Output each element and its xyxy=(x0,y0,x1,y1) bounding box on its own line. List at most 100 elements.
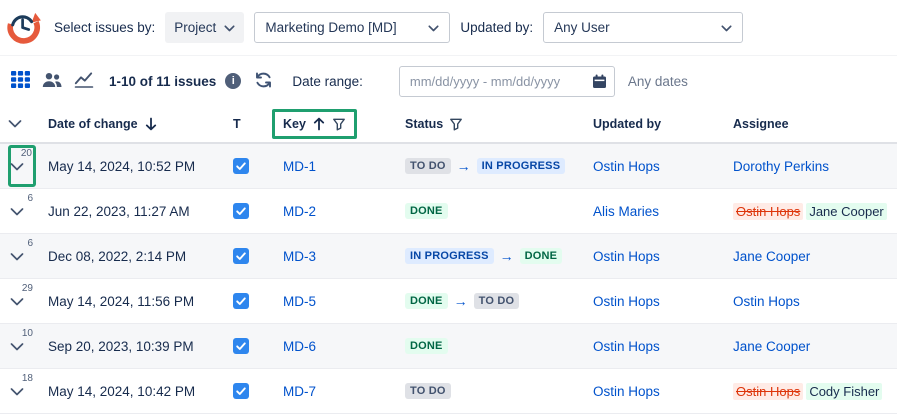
type-cell xyxy=(225,158,275,174)
status-filter-funnel-icon[interactable] xyxy=(449,118,463,131)
issues-scope-select[interactable]: Project xyxy=(165,12,244,43)
expand-row-toggle[interactable]: 10 xyxy=(8,325,36,367)
expand-row-toggle[interactable]: 18 xyxy=(8,370,36,412)
select-issues-by-label: Select issues by: xyxy=(54,20,155,35)
assignee-added-user: Cody Fisher xyxy=(806,383,882,400)
issue-key-link[interactable]: MD-2 xyxy=(283,204,316,219)
date-range-input[interactable] xyxy=(399,66,615,97)
task-type-icon xyxy=(233,293,249,309)
status-cell: DONE xyxy=(397,338,585,354)
change-date: Sep 20, 2023, 10:39 PM xyxy=(48,339,194,354)
expand-row-toggle[interactable]: 6 xyxy=(8,190,36,232)
assignee-cell: Ostin HopsCody Fisher xyxy=(725,383,897,400)
updated-by-user-link[interactable]: Ostin Hops xyxy=(593,339,660,354)
changes-count-badge: 10 xyxy=(22,328,33,339)
info-icon[interactable] xyxy=(225,73,241,89)
task-type-icon xyxy=(233,158,249,174)
updated-by-user-link[interactable]: Ostin Hops xyxy=(593,159,660,174)
people-icon xyxy=(42,72,62,91)
changes-count-badge: 20 xyxy=(21,148,32,159)
updated-by-cell: Ostin Hops xyxy=(585,294,725,309)
issues-scope-value: Project xyxy=(174,20,216,35)
key-column-header[interactable]: Key xyxy=(275,109,397,139)
expand-row-toggle[interactable]: 6 xyxy=(8,235,36,277)
assignee-user-link[interactable]: Jane Cooper xyxy=(733,249,810,264)
status-column-header[interactable]: Status xyxy=(397,117,585,131)
updated-by-cell: Ostin Hops xyxy=(585,384,725,399)
chevron-down-icon xyxy=(10,253,24,261)
date-cell: May 14, 2024, 10:42 PM xyxy=(40,384,225,399)
key-cell: MD-2 xyxy=(275,204,397,219)
date-cell: Jun 22, 2023, 11:27 AM xyxy=(40,204,225,219)
assignee-removed-user: Ostin Hops xyxy=(733,203,803,220)
status-cell: DONE→TO DO xyxy=(397,293,585,309)
issue-key-link[interactable]: MD-6 xyxy=(283,339,316,354)
expand-all-chevron-icon[interactable] xyxy=(8,120,22,128)
status-cell: TO DO xyxy=(397,383,585,399)
status-lozenge-todo: TO DO xyxy=(405,158,451,174)
table-grid-icon xyxy=(11,71,30,91)
assignee-user-link[interactable]: Ostin Hops xyxy=(733,294,800,309)
updated-by-label: Updated by: xyxy=(460,20,533,35)
status-lozenge-done: DONE xyxy=(405,293,448,309)
task-type-icon xyxy=(233,248,249,264)
change-date: Jun 22, 2023, 11:27 AM xyxy=(48,204,190,219)
refresh-button[interactable] xyxy=(252,69,275,94)
assignee-cell: Jane Cooper xyxy=(725,339,897,354)
updated-by-user-link[interactable]: Ostin Hops xyxy=(593,294,660,309)
updated-by-column-label: Updated by xyxy=(593,117,661,131)
expand-all-header-cell xyxy=(0,120,40,128)
type-column-label: T xyxy=(233,117,241,131)
table-row: 6Jun 22, 2023, 11:27 AMMD-2DONEAlis Mari… xyxy=(0,189,897,234)
date-cell: Sep 20, 2023, 10:39 PM xyxy=(40,339,225,354)
date-cell: Dec 08, 2022, 2:14 PM xyxy=(40,249,225,264)
expand-cell: 18 xyxy=(0,370,40,412)
chart-view-button[interactable] xyxy=(72,70,96,93)
project-select[interactable]: Marketing Demo [MD] xyxy=(254,12,450,43)
view-toolbar: 1-10 of 11 issues Date range: Any dates xyxy=(0,56,897,106)
key-filter-funnel-icon[interactable] xyxy=(332,118,346,131)
first-row-expand-badge[interactable]: 20 xyxy=(8,145,36,187)
expand-cell: 6 xyxy=(0,235,40,277)
date-column-header[interactable]: Date of change xyxy=(40,117,225,131)
expand-row-toggle[interactable]: 29 xyxy=(8,280,36,322)
assignee-cell: Dorothy Perkins xyxy=(725,159,897,174)
updated-by-select[interactable]: Any User xyxy=(543,12,743,43)
assignee-user-link[interactable]: Dorothy Perkins xyxy=(733,159,829,174)
updated-by-user-link[interactable]: Ostin Hops xyxy=(593,249,660,264)
table-row: 10 Sep 20, 2023, 10:39 PM MD-6 DONE Ostin Ho… xyxy=(0,324,897,369)
type-cell xyxy=(225,338,275,354)
people-view-button[interactable] xyxy=(40,70,64,93)
assignee-removed-user: Ostin Hops xyxy=(733,383,803,400)
status-lozenge-done: DONE xyxy=(520,248,563,264)
expand-cell: 20 xyxy=(0,145,40,187)
assignee-cell: Jane Cooper xyxy=(725,249,897,264)
chevron-down-icon xyxy=(10,298,24,306)
type-cell xyxy=(225,293,275,309)
results-count: 1-10 of 11 issues xyxy=(109,74,216,89)
type-cell xyxy=(225,383,275,399)
issue-key-link[interactable]: MD-7 xyxy=(283,384,316,399)
line-chart-icon xyxy=(74,72,94,91)
assignee-user-link[interactable]: Jane Cooper xyxy=(733,339,810,354)
type-cell xyxy=(225,248,275,264)
updated-by-user-link[interactable]: Alis Maries xyxy=(593,204,659,219)
issue-key-link[interactable]: MD-3 xyxy=(283,249,316,264)
status-lozenge-inprogress: IN PROGRESS xyxy=(405,248,494,264)
issues-table: Date of change T Key Status Updated by xyxy=(0,106,897,414)
table-view-button[interactable] xyxy=(9,69,32,93)
table-row: 29May 14, 2024, 11:56 PMMD-5DONE→TO DOOs… xyxy=(0,279,897,324)
changes-count-badge: 18 xyxy=(22,373,33,384)
key-cell: MD-7 xyxy=(275,384,397,399)
updated-by-cell: Ostin Hops xyxy=(585,159,725,174)
sort-ascending-arrow-icon[interactable] xyxy=(313,117,325,131)
sort-descending-arrow-icon[interactable] xyxy=(145,117,157,131)
date-range-hint: Any dates xyxy=(628,74,688,89)
task-type-icon xyxy=(233,338,249,354)
task-type-icon xyxy=(233,203,249,219)
calendar-icon[interactable] xyxy=(592,74,607,89)
chevron-down-icon xyxy=(10,343,24,351)
issue-key-link[interactable]: MD-5 xyxy=(283,294,316,309)
updated-by-user-link[interactable]: Ostin Hops xyxy=(593,384,660,399)
issue-key-link[interactable]: MD-1 xyxy=(283,159,316,174)
